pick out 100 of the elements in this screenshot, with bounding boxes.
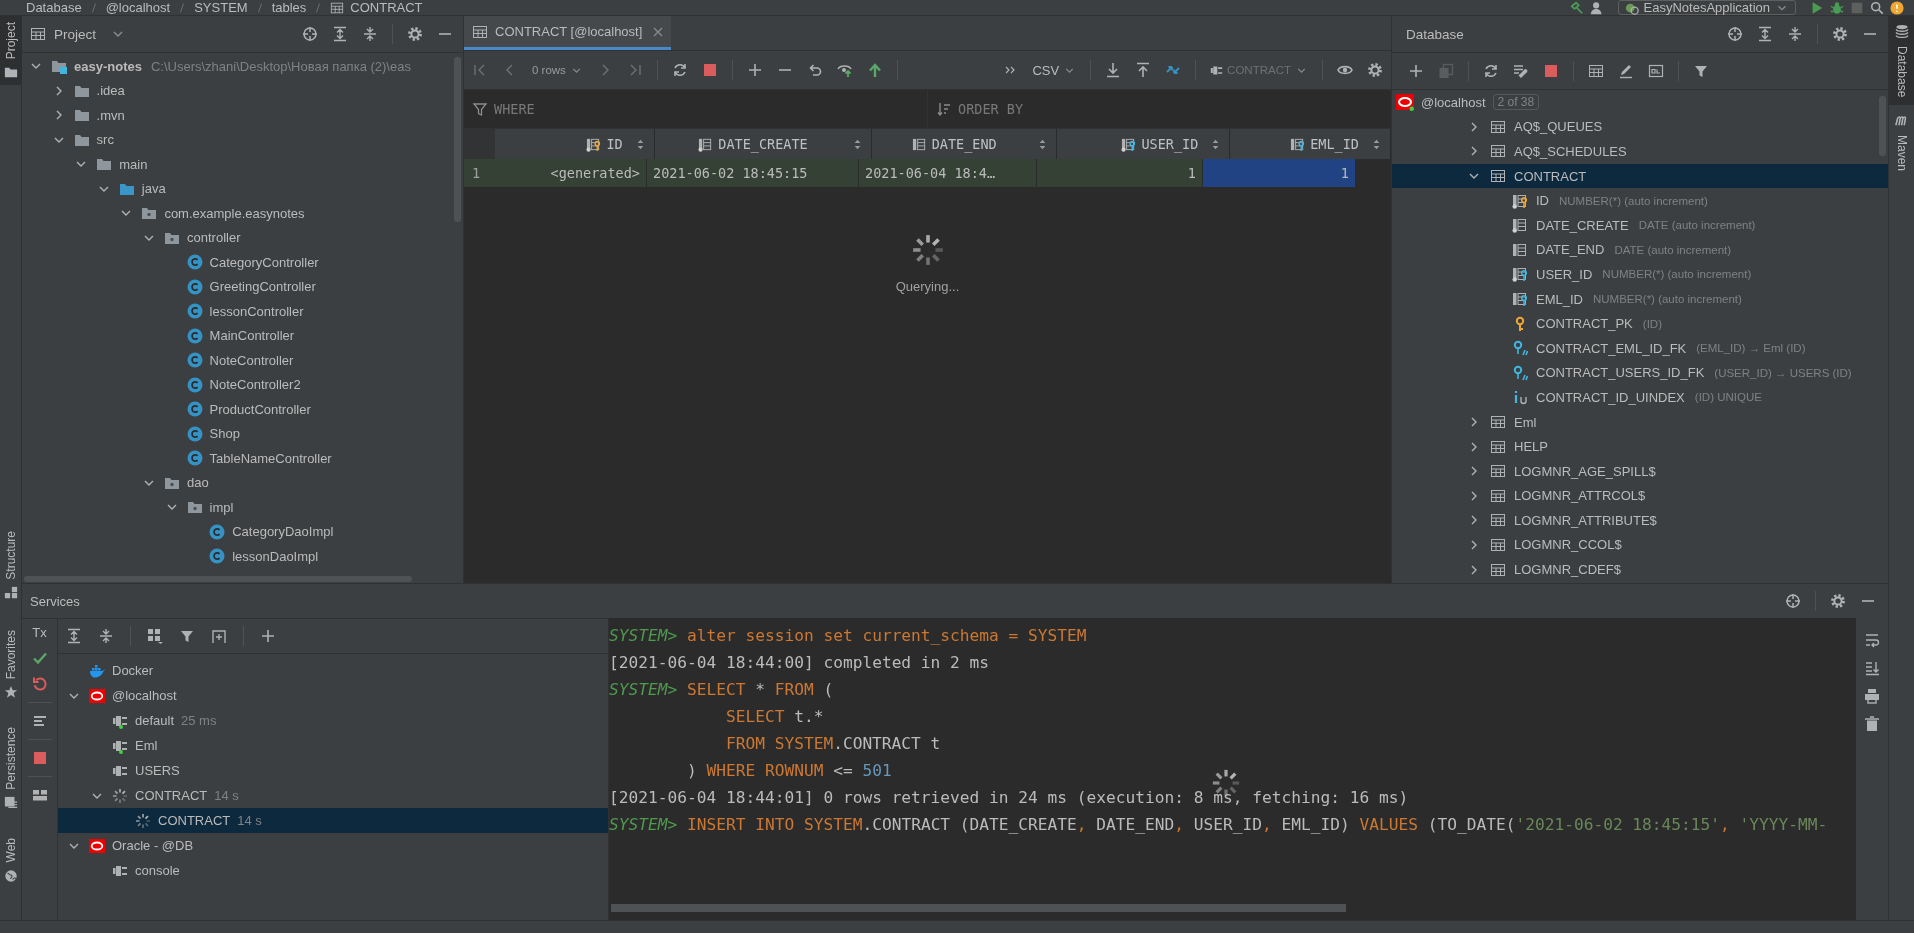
tree-item[interactable]: Eml: [1392, 409, 1888, 435]
panel-title[interactable]: Project: [54, 26, 97, 42]
tree-item[interactable]: Docker: [58, 658, 608, 683]
debug-icon[interactable]: [1830, 0, 1844, 15]
column-header[interactable]: USER_ID: [1057, 129, 1231, 159]
tree-item[interactable]: USERS: [58, 758, 608, 783]
table-cell[interactable]: 2021-06-02 18:45:15: [647, 159, 859, 187]
tree-item[interactable]: controller: [22, 225, 463, 250]
search-icon[interactable]: [1870, 0, 1884, 15]
refresh-icon[interactable]: [671, 62, 688, 78]
rollback-icon[interactable]: [31, 676, 48, 692]
edit-icon[interactable]: [1618, 63, 1634, 79]
table-row[interactable]: 1 <generated> 2021-06-02 18:45:15 2021-06-04 18:4… 1 1: [464, 159, 1391, 188]
tool-window-tab[interactable]: Database: [1888, 16, 1914, 106]
locate-icon[interactable]: [1727, 26, 1743, 42]
layout-icon[interactable]: [31, 787, 48, 803]
soft-wrap-icon[interactable]: [1864, 632, 1880, 648]
settings-icon[interactable]: [407, 26, 423, 42]
run-configuration-dropdown[interactable]: EasyNotesApplication: [1617, 0, 1796, 15]
tool-window-tab[interactable]: Maven: [1888, 105, 1914, 180]
trash-icon[interactable]: [1864, 716, 1880, 732]
tree-item[interactable]: lessonDaoImpl: [22, 544, 463, 569]
tree-item[interactable]: com.example.easynotes: [22, 201, 463, 226]
filter-icon[interactable]: [179, 628, 195, 644]
add-icon[interactable]: [260, 628, 276, 644]
tool-window-tab[interactable]: Favorites: [0, 624, 22, 706]
tree-item[interactable]: lessonController: [22, 299, 463, 324]
tree-item[interactable]: LOGMNR_CDEF$: [1392, 557, 1888, 582]
table-cell[interactable]: <generated>: [495, 159, 647, 187]
tree-item[interactable]: AQ$_QUEUES: [1392, 114, 1888, 140]
breadcrumb[interactable]: Database: [26, 0, 82, 16]
tree-item[interactable]: console: [58, 858, 608, 883]
tree-item[interactable]: CONTRACT_PK (ID): [1392, 311, 1888, 336]
tree-item[interactable]: CONTRACT_EML_ID_FK (EML_ID) → Eml (ID): [1392, 335, 1888, 361]
editor-tab[interactable]: CONTRACT [@localhost]: [464, 16, 672, 50]
tree-item[interactable]: AQ$_SCHEDULES: [1392, 139, 1888, 164]
transaction-mode-button[interactable]: Tx: [32, 625, 47, 640]
new-tab-icon[interactable]: [211, 628, 227, 644]
print-icon[interactable]: [1864, 688, 1880, 704]
tree-item[interactable]: CategoryDaoImpl: [22, 519, 463, 544]
tree-item[interactable]: CONTRACT 14 s: [58, 783, 608, 808]
scrollbar[interactable]: [611, 904, 1346, 912]
tree-item[interactable]: ProductController: [22, 397, 463, 422]
tree-item[interactable]: main: [22, 152, 463, 177]
download-icon[interactable]: [1105, 62, 1122, 78]
tree-item[interactable]: CONTRACT 14 s: [58, 808, 608, 833]
tree-item[interactable]: ID NUMBER(*) (auto increment): [1392, 188, 1888, 213]
filter-icon[interactable]: [1693, 63, 1709, 79]
expand-all-icon[interactable]: [1757, 26, 1773, 42]
tree-item[interactable]: CONTRACT: [1392, 163, 1888, 189]
column-header[interactable]: DATE_END: [872, 129, 1058, 159]
collapse-all-icon[interactable]: [362, 26, 378, 42]
table-cell[interactable]: 1: [1203, 159, 1356, 187]
scrollbar[interactable]: [24, 576, 412, 582]
locate-icon[interactable]: [1785, 593, 1801, 609]
collapse-all-icon[interactable]: [98, 628, 114, 644]
tree-item[interactable]: easy-notes C:\Users\zhani\Desktop\Новая папка (2)\eas: [22, 54, 463, 79]
tree-item[interactable]: DATE_CREATE DATE (auto increment): [1392, 212, 1888, 238]
tree-item[interactable]: LOGMNR_ATTRCOL$: [1392, 483, 1888, 509]
user-icon[interactable]: [1589, 0, 1604, 15]
tree-item[interactable]: Shop: [22, 421, 463, 446]
expand-all-icon[interactable]: [332, 26, 348, 42]
stop-icon[interactable]: [1543, 63, 1559, 79]
tree-item[interactable]: DATE_END DATE (auto increment): [1392, 237, 1888, 263]
format-dropdown[interactable]: CSV: [1032, 62, 1077, 78]
column-header[interactable]: DATE_CREATE: [654, 129, 873, 159]
add-row-icon[interactable]: [746, 62, 763, 78]
scroll-to-end-icon[interactable]: [1864, 660, 1880, 676]
tree-item[interactable]: GreetingController: [22, 274, 463, 299]
tree-item[interactable]: @localhost: [58, 683, 608, 708]
preview-icon[interactable]: [836, 62, 853, 78]
settings-icon[interactable]: [1830, 593, 1846, 609]
breadcrumb[interactable]: SYSTEM: [194, 0, 248, 16]
stop-icon[interactable]: [31, 750, 48, 766]
tree-item[interactable]: HELP: [1392, 434, 1888, 459]
tree-item[interactable]: java: [22, 176, 463, 201]
close-icon[interactable]: [653, 26, 664, 37]
tool-window-tab[interactable]: Structure: [0, 525, 22, 607]
tree-item[interactable]: dao: [22, 470, 463, 495]
column-header[interactable]: EML_ID: [1230, 129, 1391, 159]
breadcrumb[interactable]: tables: [271, 0, 307, 16]
tree-item[interactable]: .mvn: [22, 103, 463, 128]
tree-item[interactable]: CategoryController: [22, 250, 463, 275]
page-size-dropdown[interactable]: 0 rows: [532, 63, 583, 77]
table-cell[interactable]: 1: [1037, 159, 1203, 187]
order-by-field[interactable]: ORDER BY: [956, 99, 1160, 119]
tool-window-tab[interactable]: Persistence: [0, 721, 22, 817]
submit-icon[interactable]: [866, 62, 883, 78]
tree-item[interactable]: LOGMNR_ATTRIBUTE$: [1392, 508, 1888, 533]
tree-item[interactable]: TableNameController: [22, 446, 463, 471]
tree-item[interactable]: impl: [22, 495, 463, 520]
table-icon[interactable]: [1588, 63, 1604, 79]
tree-item[interactable]: CONTRACT_USERS_ID_FK (USER_ID) → USERS (ID): [1392, 360, 1888, 386]
tree-item[interactable]: src: [22, 127, 463, 152]
tree-item[interactable]: NoteController: [22, 348, 463, 373]
add-icon[interactable]: [1408, 63, 1424, 79]
tree-item[interactable]: Oracle - @DB: [58, 833, 608, 858]
upload-icon[interactable]: [1135, 62, 1152, 78]
tree-item[interactable]: Eml: [58, 733, 608, 758]
run-icon[interactable]: [1810, 0, 1824, 15]
